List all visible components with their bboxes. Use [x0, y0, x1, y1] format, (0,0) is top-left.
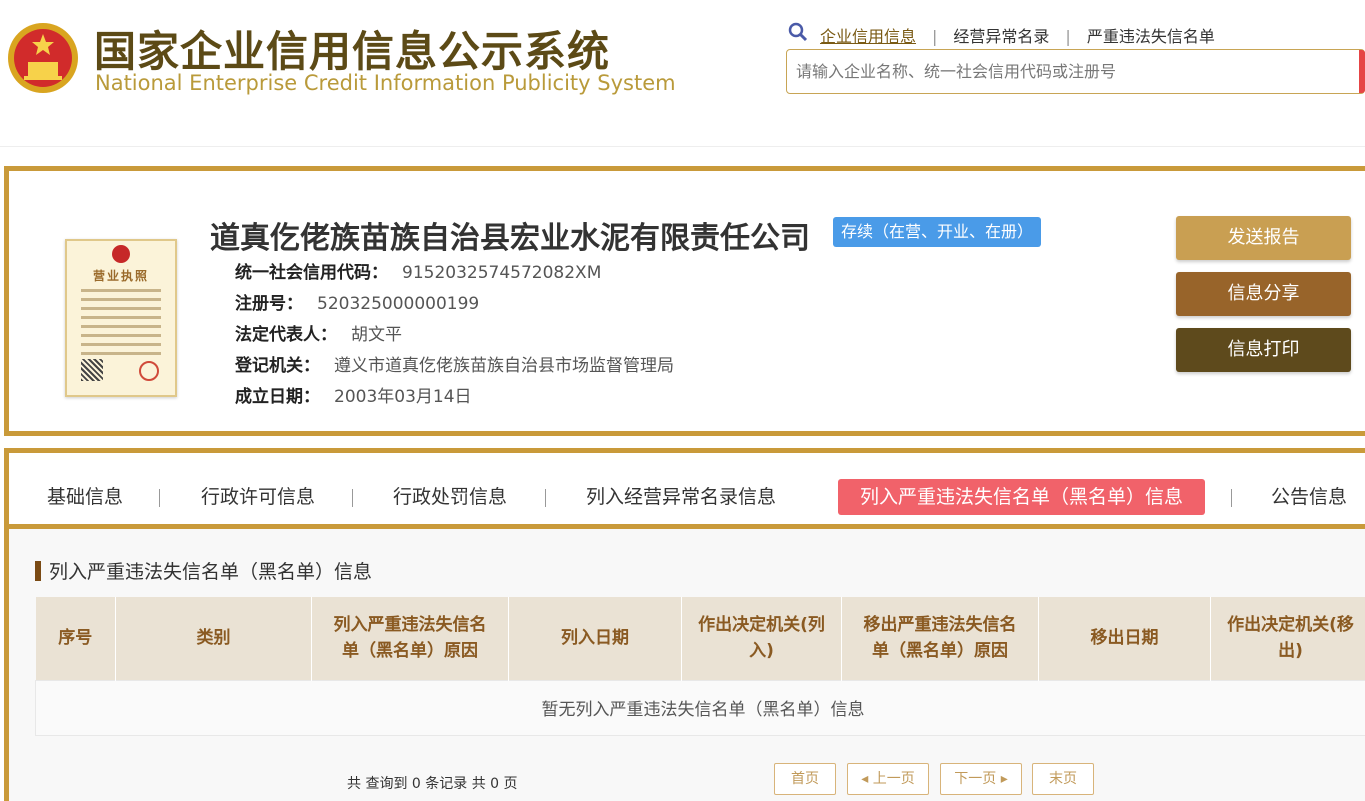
blacklist-table: 序号 类别 列入严重违法失信名单（黑名单）原因 列入日期 作出决定机关(列入) …	[35, 597, 1365, 736]
title-bar-marker	[35, 561, 41, 581]
tab-separator	[545, 489, 546, 507]
nav-credit-info[interactable]: 企业信用信息	[820, 27, 916, 46]
field-label: 法定代表人：	[235, 325, 337, 345]
column-header: 移出日期	[1038, 597, 1211, 680]
field-label: 统一社会信用代码：	[235, 263, 388, 283]
next-page-button[interactable]: 下一页 ▸	[940, 763, 1022, 795]
info-row-authority: 登记机关： 遵义市道真仡佬族苗族自治县市场监督管理局	[235, 351, 674, 376]
search-icon	[788, 22, 808, 42]
seal-icon	[139, 361, 159, 381]
section-title: 列入严重违法失信名单（黑名单）信息	[35, 557, 372, 584]
first-page-button[interactable]: 首页	[774, 763, 836, 795]
send-report-button[interactable]: 发送报告	[1176, 216, 1351, 260]
search-input[interactable]	[787, 50, 1347, 93]
field-value: 遵义市道真仡佬族苗族自治县市场监督管理局	[334, 356, 674, 376]
tab-separator	[1231, 489, 1232, 507]
column-header: 类别	[115, 597, 312, 680]
column-header: 列入日期	[508, 597, 682, 680]
tab-content: 列入严重违法失信名单（黑名单）信息 序号 类别 列入严重违法失信名单（黑名单）原…	[9, 529, 1365, 801]
field-label: 注册号：	[235, 294, 303, 314]
company-name: 道真仡佬族苗族自治县宏业水泥有限责任公司	[210, 221, 810, 256]
tab-abnormal-list[interactable]: 列入经营异常名录信息	[586, 479, 776, 515]
last-page-button[interactable]: 末页	[1032, 763, 1094, 795]
column-header: 作出决定机关(列入)	[681, 597, 842, 680]
qr-code-icon	[81, 359, 103, 381]
field-value: 9152032574572082XM	[402, 263, 602, 283]
share-info-button[interactable]: 信息分享	[1176, 272, 1351, 316]
column-header: 序号	[35, 597, 116, 680]
info-row-credit-code: 统一社会信用代码： 9152032574572082XM	[235, 258, 601, 283]
nav-separator: |	[1065, 27, 1071, 46]
info-row-legal-rep: 法定代表人： 胡文平	[235, 320, 402, 345]
tab-basic-info[interactable]: 基础信息	[47, 479, 123, 515]
tab-blacklist[interactable]: 列入严重违法失信名单（黑名单）信息	[838, 479, 1206, 515]
license-emblem-icon	[112, 245, 130, 263]
tab-separator	[159, 489, 160, 507]
field-value: 520325000000199	[317, 294, 480, 314]
info-row-reg-no: 注册号： 520325000000199	[235, 289, 479, 314]
column-header: 作出决定机关(移出)	[1210, 597, 1365, 680]
tab-admin-license[interactable]: 行政许可信息	[201, 479, 315, 515]
tab-separator	[352, 489, 353, 507]
field-value: 2003年03月14日	[334, 387, 472, 407]
nav-blacklist[interactable]: 严重违法失信名单	[1087, 27, 1215, 46]
record-count: 共 查询到 0 条记录 共 0 页	[347, 776, 518, 792]
detail-section: 基础信息 行政许可信息 行政处罚信息 列入经营异常名录信息 列入严重违法失信名单…	[4, 448, 1365, 801]
table-row: 暂无列入严重违法失信名单（黑名单）信息	[35, 679, 1365, 736]
prev-page-button[interactable]: ◂ 上一页	[847, 763, 929, 795]
site-header: 国家企业信用信息公示系统 National Enterprise Credit …	[0, 0, 1365, 147]
field-label: 登记机关：	[235, 356, 320, 376]
search-button[interactable]	[1359, 50, 1365, 93]
field-value: 胡文平	[351, 325, 402, 345]
company-card: 营业执照 道真仡佬族苗族自治县宏业水泥有限责任公司 存续（在营、开业、在册） 统…	[4, 166, 1365, 436]
site-title-cn: 国家企业信用信息公示系统	[94, 27, 611, 76]
license-text-lines	[81, 289, 161, 361]
site-title-en: National Enterprise Credit Information P…	[95, 71, 676, 95]
status-badge: 存续（在营、开业、在册）	[833, 217, 1042, 247]
tab-admin-penalty[interactable]: 行政处罚信息	[393, 479, 507, 515]
table-header-row: 序号 类别 列入严重违法失信名单（黑名单）原因 列入日期 作出决定机关(列入) …	[35, 597, 1365, 680]
business-license-image[interactable]: 营业执照	[65, 239, 177, 397]
print-info-button[interactable]: 信息打印	[1176, 328, 1351, 372]
nav-abnormal-list[interactable]: 经营异常名录	[953, 27, 1049, 46]
field-label: 成立日期：	[235, 387, 320, 407]
column-header: 移出严重违法失信名单（黑名单）原因	[841, 597, 1039, 680]
info-row-established: 成立日期： 2003年03月14日	[235, 382, 472, 407]
tab-bar: 基础信息 行政许可信息 行政处罚信息 列入经营异常名录信息 列入严重违法失信名单…	[9, 453, 1365, 529]
column-header: 列入严重违法失信名单（黑名单）原因	[311, 597, 509, 680]
search-box	[786, 49, 1365, 94]
top-nav: 企业信用信息 | 经营异常名录 | 严重违法失信名单	[820, 23, 1215, 47]
nav-separator: |	[932, 27, 938, 46]
license-title: 营业执照	[92, 269, 149, 283]
national-emblem-icon	[8, 23, 78, 93]
empty-state-text: 暂无列入严重违法失信名单（黑名单）信息	[35, 679, 1365, 736]
tab-announcements[interactable]: 公告信息	[1271, 479, 1347, 515]
section-title-text: 列入严重违法失信名单（黑名单）信息	[49, 561, 373, 583]
